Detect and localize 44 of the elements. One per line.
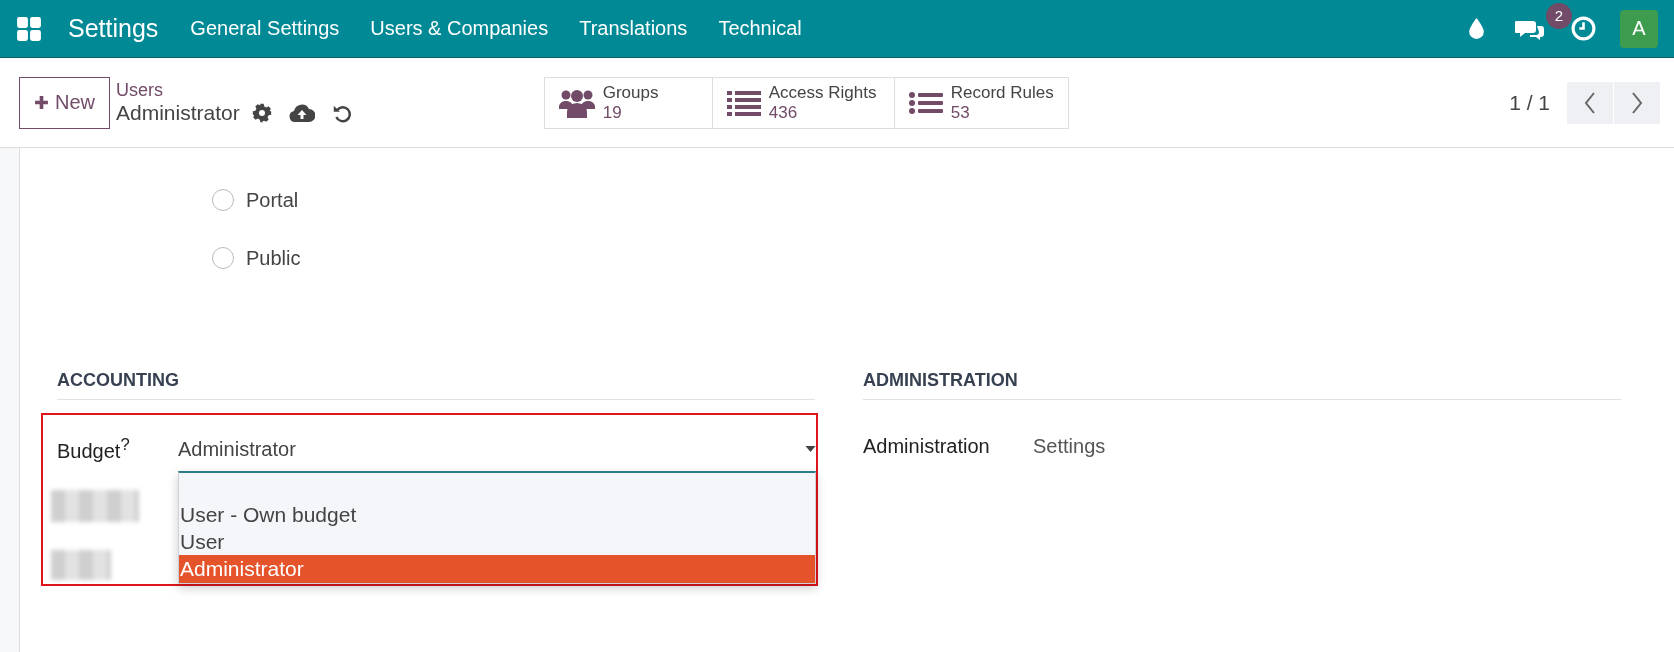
next-button[interactable]	[1614, 81, 1660, 124]
radio-label[interactable]: Public	[246, 246, 301, 270]
smart-button[interactable]: Groups 19	[543, 76, 713, 129]
smart-button-label: Groups	[602, 82, 659, 103]
message-count-badge: 2	[1546, 2, 1572, 29]
field-value: Settings	[1033, 435, 1106, 458]
section-heading: ADMINISTRATION	[863, 370, 1621, 400]
cloud-upload-icon[interactable]	[288, 103, 315, 123]
smart-button-label: Access Rights	[768, 82, 877, 103]
section-heading: ACCOUNTING	[57, 370, 815, 400]
clock-icon[interactable]	[1571, 16, 1596, 41]
smart-button-label: Record Rules	[950, 82, 1054, 103]
chevron-right-icon	[1631, 91, 1643, 114]
app-name[interactable]: Settings	[68, 14, 159, 43]
smart-button[interactable]: Access Rights 436	[711, 76, 895, 129]
menu-item[interactable]: Technical	[718, 17, 802, 40]
droplet-icon[interactable]	[1468, 17, 1485, 40]
field-label: Budget$^{?}$	[57, 435, 131, 463]
plus-icon	[34, 95, 49, 110]
menu-item[interactable]: Users & Companies	[370, 17, 549, 40]
smart-button-count: 19	[602, 102, 623, 123]
smart-button-count: 436	[768, 102, 799, 123]
blurred-label	[51, 550, 111, 580]
radio-label[interactable]: Portal	[246, 188, 299, 212]
previous-button[interactable]	[1567, 81, 1613, 124]
dropdown-option[interactable]: User - Own budget	[179, 501, 815, 528]
pager-value: 1 / 1	[1509, 90, 1550, 115]
chevron-left-icon	[1584, 91, 1596, 114]
apps-grid-icon[interactable]	[16, 15, 42, 42]
smart-button-count: 53	[950, 102, 971, 123]
menu-item[interactable]: General Settings	[190, 17, 340, 40]
field-label: Administration	[863, 435, 991, 458]
list-icon	[726, 88, 761, 117]
smart-button[interactable]: Record Rules 53	[893, 76, 1069, 129]
bullet-list-icon	[908, 90, 943, 115]
caret-icon	[805, 446, 816, 452]
users-icon	[558, 87, 595, 118]
new-button[interactable]: New	[19, 76, 110, 129]
dropdown-option[interactable]: User	[179, 528, 815, 555]
dropdown-option[interactable]: Administrator	[179, 555, 815, 583]
gear-icon[interactable]	[251, 103, 272, 123]
menu-item[interactable]: Translations	[579, 17, 688, 40]
record-title: Administrator	[116, 101, 240, 125]
breadcrumb-link[interactable]: Users	[116, 80, 353, 101]
